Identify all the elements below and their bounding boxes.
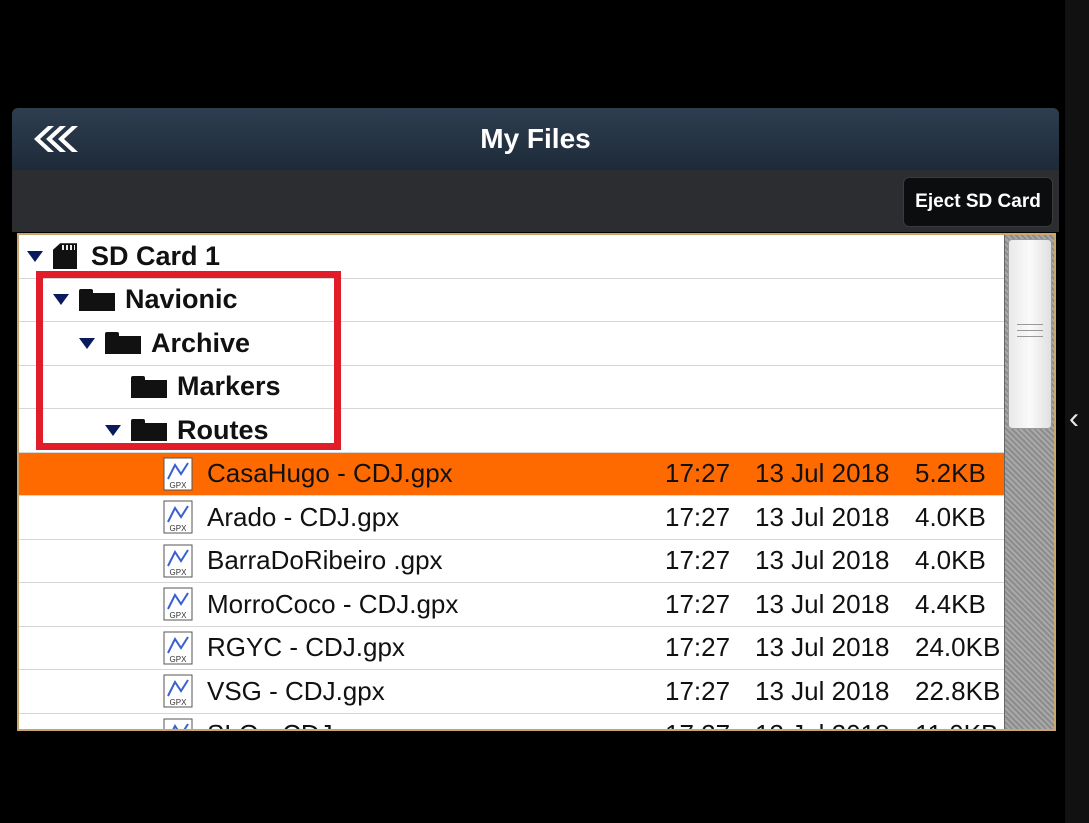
expand-triangle-icon[interactable] [53,294,69,306]
file-size: 5.2KB [915,458,986,489]
title-bar: My Files [12,108,1059,170]
file-size: 4.0KB [915,501,986,532]
file-size: 22.8KB [915,675,1001,706]
file-date: 13 Jul 2018 [755,545,890,576]
gpx-file-icon: GPX [163,674,193,708]
file-browser-panel: SD Card 1 Navionic Archive Markers Route… [17,233,1056,731]
file-name: Arado - CDJ.gpx [207,501,400,532]
file-time: 17:27 [665,458,731,489]
file-name: RGYC - CDJ.gpx [207,632,405,663]
gpx-file-icon: GPX [163,718,193,729]
file-time: 17:27 [665,588,731,619]
file-time: 17:27 [665,719,755,729]
tree-item-label: SD Card 1 [91,240,221,271]
file-date: 13 Jul 2018 [755,632,890,663]
grip-line [1017,330,1043,331]
file-name: VSG - CDJ.gpx [207,675,385,706]
file-time: 17:27 [665,632,731,663]
file-tree: SD Card 1 Navionic Archive Markers Route… [19,235,1005,729]
folder-icon [105,332,141,355]
file-size: 4.4KB [915,588,986,619]
svg-text:GPX: GPX [170,698,188,707]
gpx-file-icon: GPX [163,587,193,621]
folder-icon [131,419,167,442]
file-row[interactable]: GPX Arado - CDJ.gpx 17:27 13 Jul 2018 4.… [19,496,1005,540]
folder-icon [131,375,167,398]
tree-item-navionic[interactable]: Navionic [19,279,1005,322]
file-row[interactable]: GPX BarraDoRibeiro .gpx 17:27 13 Jul 201… [19,540,1005,583]
page-title: My Files [480,123,591,154]
file-date: 13 Jul 2018 [755,458,890,489]
expand-triangle-icon[interactable] [27,250,43,262]
grip-line [1017,324,1043,325]
file-date: 13 Jul 2018 [755,675,890,706]
gpx-file-icon: GPX [163,544,193,578]
svg-text:GPX: GPX [170,524,188,533]
file-name: BarraDoRibeiro .gpx [207,545,443,576]
file-row[interactable]: GPX RGYC - CDJ.gpx 17:27 13 Jul 2018 24.… [19,627,1005,670]
tree-item-archive[interactable]: Archive [19,322,1005,366]
expand-triangle-icon[interactable] [105,424,121,436]
tree-item-label: Archive [151,327,251,358]
gpx-file-icon: GPX [163,457,193,491]
file-row-selected[interactable]: GPX CasaHugo - CDJ.gpx 17:27 13 Jul 2018… [19,452,1005,496]
file-date: 13 Jul 2018 [755,588,890,619]
tree-item-label: Markers [177,371,281,402]
file-row[interactable]: GPX VSG - CDJ.gpx 17:27 13 Jul 2018 22.8… [19,670,1005,714]
file-date: 13 Jul 2018 [755,719,915,729]
expand-triangle-icon[interactable] [79,337,95,349]
svg-text:GPX: GPX [170,481,188,490]
eject-sd-card-button[interactable]: Eject SD Card [903,177,1053,227]
scrollbar[interactable] [1004,235,1054,729]
file-time: 17:27 [665,501,731,532]
file-date: 13 Jul 2018 [755,501,890,532]
file-size: 24.0KB [915,632,1001,663]
file-size: 11.0KB [915,719,1005,729]
file-row-partial[interactable]: GPX SLG - CDJ.gpx 17:27 13 Jul 2018 11.0… [19,714,1005,729]
side-panel-chevron-icon[interactable]: ‹ [1069,404,1079,434]
file-name: CasaHugo - CDJ.gpx [207,458,453,489]
file-size: 4.0KB [915,545,986,576]
tree-item-label: Routes [177,414,269,445]
grip-line [1017,336,1043,337]
file-time: 17:27 [665,675,731,706]
svg-text:GPX: GPX [170,611,188,620]
file-time: 17:27 [665,545,731,576]
tree-item-sd-card[interactable]: SD Card 1 [19,235,1005,279]
svg-text:GPX: GPX [170,568,188,577]
tree-item-markers[interactable]: Markers [19,366,1005,409]
tree-item-label: Navionic [125,284,238,315]
sd-card-icon [53,243,77,270]
file-name: MorroCoco - CDJ.gpx [207,588,459,619]
gpx-file-icon: GPX [163,631,193,665]
folder-icon [79,288,115,311]
gpx-file-icon: GPX [163,500,193,534]
tree-item-routes[interactable]: Routes [19,409,1005,453]
svg-text:GPX: GPX [170,655,188,664]
file-name: SLG - CDJ.gpx [207,719,665,729]
toolbar: Eject SD Card [12,170,1059,232]
file-row[interactable]: GPX MorroCoco - CDJ.gpx 17:27 13 Jul 201… [19,583,1005,627]
scrollbar-thumb[interactable] [1008,239,1052,429]
